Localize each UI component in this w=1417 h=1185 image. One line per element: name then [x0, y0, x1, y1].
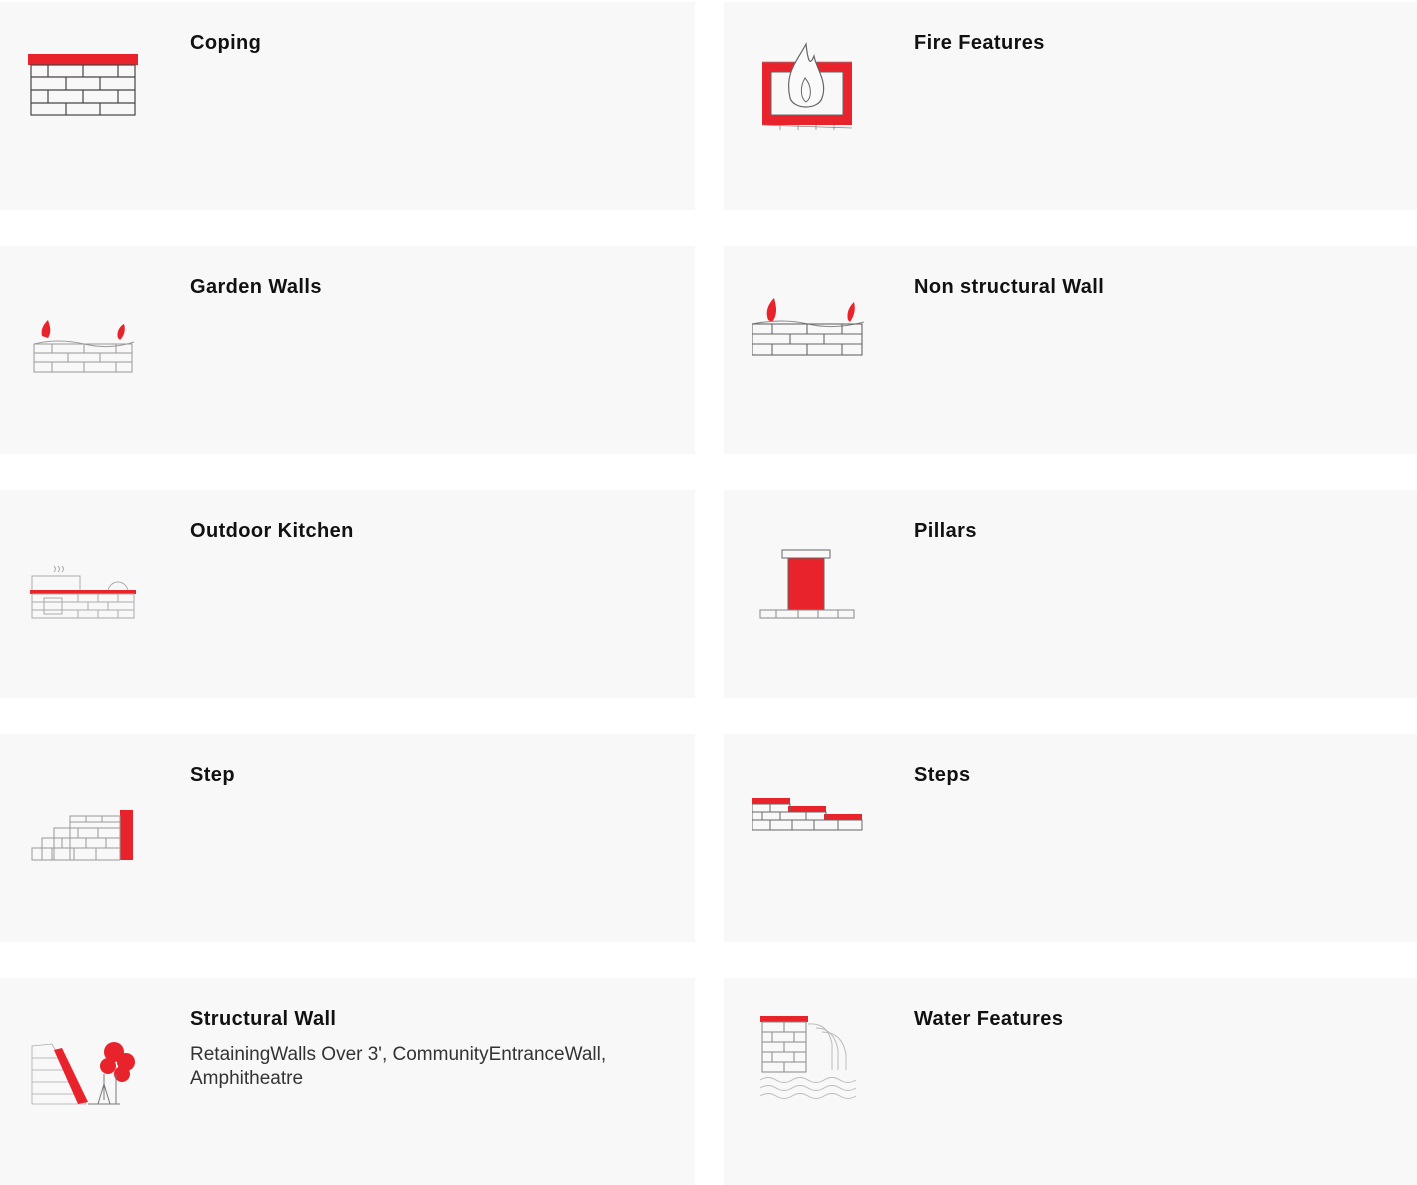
card-water-features[interactable]: Water Features — [724, 978, 1417, 1185]
coping-wall-icon — [28, 32, 140, 132]
card-title: Water Features — [914, 1008, 1064, 1030]
card-coping[interactable]: Coping — [0, 2, 695, 210]
card-title: Non structural Wall — [914, 276, 1105, 298]
non-structural-wall-icon — [752, 294, 864, 394]
card-title: Garden Walls — [190, 276, 322, 298]
card-non-structural-wall[interactable]: Non structural Wall — [724, 246, 1417, 454]
card-step[interactable]: Step — [0, 734, 695, 942]
card-pillars[interactable]: Pillars — [724, 490, 1417, 698]
water-feature-icon — [758, 1014, 870, 1114]
card-description: RetainingWalls Over 3', CommunityEntranc… — [190, 1044, 607, 1089]
pillar-icon — [758, 546, 870, 646]
card-title: Pillars — [914, 520, 977, 542]
card-title: Structural Wall — [190, 1008, 337, 1030]
outdoor-kitchen-icon — [28, 566, 140, 666]
step-icon — [28, 806, 140, 906]
fire-feature-icon — [758, 32, 870, 132]
card-title: Coping — [190, 32, 262, 54]
card-title: Fire Features — [914, 32, 1045, 54]
card-garden-walls[interactable]: Garden Walls — [0, 246, 695, 454]
garden-wall-icon — [28, 316, 140, 416]
card-title: Steps — [914, 764, 971, 786]
card-outdoor-kitchen[interactable]: Outdoor Kitchen — [0, 490, 695, 698]
card-title: Outdoor Kitchen — [190, 520, 354, 542]
card-title: Step — [190, 764, 235, 786]
card-structural-wall[interactable]: Structural Wall RetainingWalls Over 3', … — [0, 978, 695, 1185]
card-steps[interactable]: Steps — [724, 734, 1417, 942]
steps-icon — [752, 794, 864, 894]
structural-wall-icon — [28, 1038, 140, 1138]
card-fire-features[interactable]: Fire Features — [724, 2, 1417, 210]
